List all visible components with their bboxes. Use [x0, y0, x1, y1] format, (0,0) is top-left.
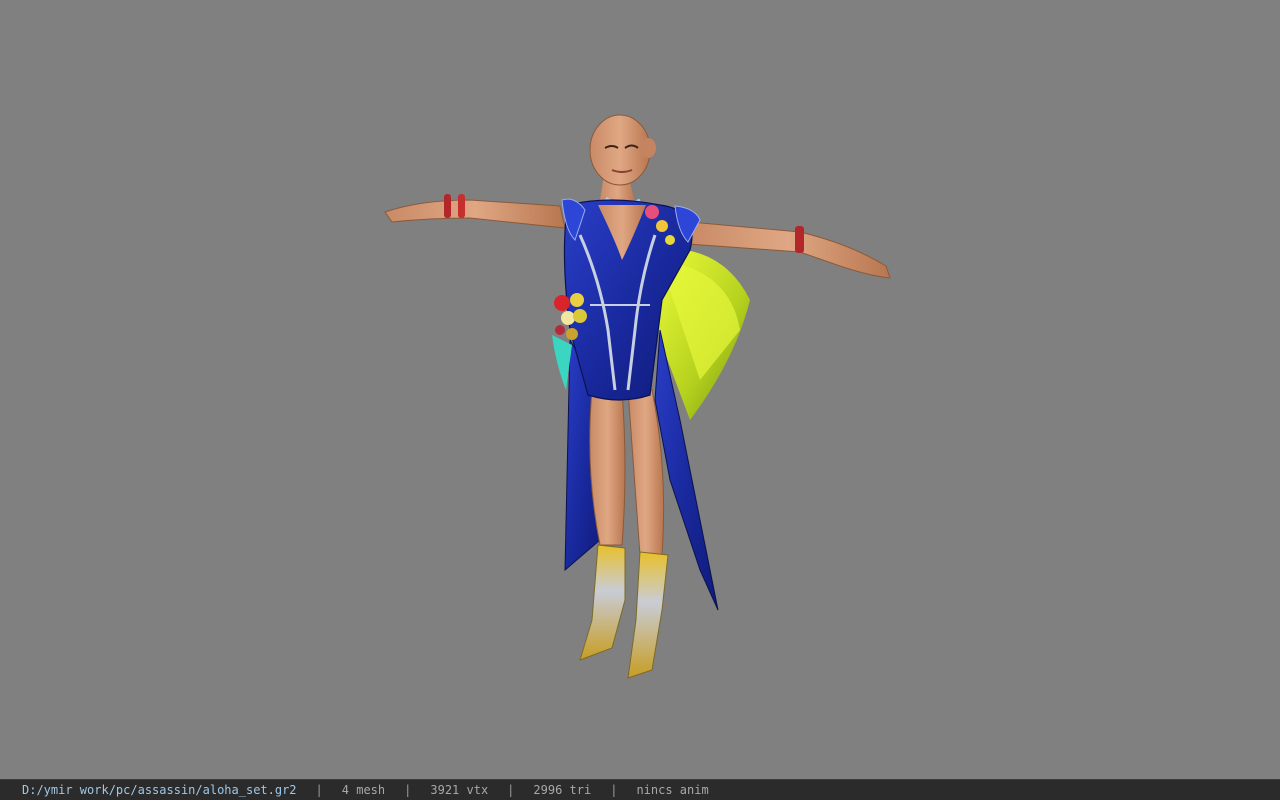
status-separator: | [315, 783, 323, 797]
animation-status: nincs anim [636, 783, 709, 797]
triangle-count: 2996 tri [533, 783, 592, 797]
status-separator: | [610, 783, 618, 797]
file-path: D:/ymir work/pc/assassin/aloha_set.gr2 [22, 783, 297, 797]
status-bar: D:/ymir work/pc/assassin/aloha_set.gr2 |… [0, 779, 1280, 800]
3d-viewport[interactable] [0, 0, 1280, 779]
status-separator: | [507, 783, 515, 797]
character-model [384, 114, 891, 679]
mesh-count: 4 mesh [341, 783, 386, 797]
vertex-count: 3921 vtx [430, 783, 489, 797]
status-separator: | [404, 783, 412, 797]
